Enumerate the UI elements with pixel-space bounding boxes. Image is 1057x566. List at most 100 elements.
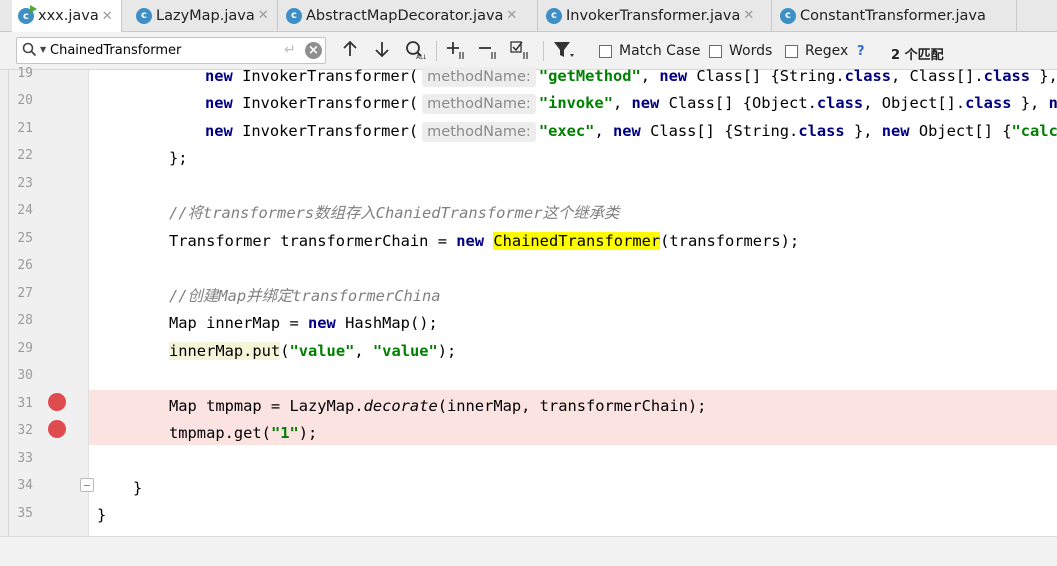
code-text: Transformer transformerChain = (169, 232, 457, 250)
new-line-icon[interactable]: ↵ (284, 42, 296, 58)
java-class-icon: c (286, 7, 302, 24)
keyword: new (659, 67, 688, 85)
words-box[interactable] (709, 44, 722, 58)
close-icon[interactable]: ✕ (258, 8, 269, 23)
words-checkbox[interactable]: Words (709, 43, 772, 59)
code-text: }, n (1039, 67, 1057, 85)
parameter-hint: methodName: (422, 122, 536, 142)
line-number: 19 (17, 66, 33, 81)
java-class-icon: c (136, 7, 152, 24)
code-text: Object[] { (909, 122, 1012, 140)
java-class-icon: c (18, 5, 37, 24)
clear-search-icon[interactable]: × (305, 42, 322, 59)
regex-help-link[interactable]: ? (857, 44, 865, 59)
keyword: class (983, 67, 1031, 85)
code-text: InvokerTransformer( (242, 122, 419, 140)
code-text: ); (437, 342, 457, 360)
match-case-box[interactable] (599, 44, 612, 58)
code-text: tmpmap.get( (169, 424, 271, 442)
previous-occurrence-icon[interactable] (342, 40, 358, 63)
tab-label: InvokerTransformer.java (566, 7, 741, 24)
editor-tab-bar: c xxx.java ✕ c LazyMap.java ✕ c Abstract… (0, 0, 1057, 32)
line-number: 21 (17, 121, 33, 136)
code-comment: //将transformers数组存入ChaniedTransformer这个继… (169, 204, 620, 222)
breakpoint-icon[interactable] (48, 420, 66, 438)
code-line: } (133, 479, 143, 497)
string-literal: "exec" (538, 122, 595, 140)
keyword: new (205, 67, 233, 85)
search-icon[interactable] (22, 42, 37, 61)
gutter-separator (88, 70, 89, 536)
code-line: new InvokerTransformer(methodName: "getMe… (205, 62, 1057, 90)
code-text: Class[] {Object. (659, 94, 817, 112)
regex-label: Regex (805, 43, 849, 59)
string-literal: "1" (270, 424, 299, 442)
tab-label: xxx.java (38, 8, 99, 24)
line-number: 29 (17, 341, 33, 356)
line-number: 26 (17, 258, 33, 273)
regex-box[interactable] (785, 44, 798, 58)
code-text: HashMap(); (335, 314, 438, 332)
line-number: 30 (17, 368, 33, 383)
tab-label: AbstractMapDecorator.java (306, 7, 504, 24)
code-text: Map innerMap = (169, 314, 308, 332)
regex-checkbox[interactable]: Regex (785, 43, 848, 59)
close-icon[interactable]: ✕ (743, 8, 754, 23)
keyword: new (612, 122, 641, 140)
code-text: ); (298, 424, 318, 442)
string-literal: "value" (289, 342, 355, 360)
line-number: 34 (17, 478, 33, 493)
tab-constanttransformer-java[interactable]: c ConstantTransformer.java (774, 0, 1017, 31)
search-history-dropdown-icon[interactable]: ▼ (40, 45, 46, 54)
match-case-checkbox[interactable]: Match Case (599, 43, 700, 59)
parameter-hint: methodName: (422, 94, 536, 114)
line-number: 32 (17, 423, 33, 438)
string-literal: "value" (372, 342, 438, 360)
line-number: 25 (17, 231, 33, 246)
code-text: }, (1011, 94, 1049, 112)
tab-label: LazyMap.java (156, 7, 255, 24)
close-icon[interactable]: ✕ (102, 9, 113, 24)
close-icon[interactable]: ✕ (506, 8, 517, 23)
line-number: 35 (17, 506, 33, 521)
unused-result-highlight: innerMap.put (169, 342, 281, 360)
code-line: } (97, 506, 107, 524)
code-text: Map tmpmap = LazyMap. (169, 397, 364, 415)
keyword: class (844, 67, 891, 85)
java-class-icon: c (780, 7, 796, 24)
code-line: Transformer transformerChain = new Chain… (169, 227, 799, 255)
keyword: class (965, 94, 1012, 112)
words-label: Words (729, 43, 773, 59)
fold-marker-icon[interactable] (80, 478, 94, 492)
breakpoint-icon[interactable] (48, 393, 66, 411)
status-area (0, 536, 1057, 566)
line-number: 24 (17, 203, 33, 218)
code-line: new InvokerTransformer(methodName: "invok… (205, 89, 1057, 117)
code-text: , Class[]. (891, 67, 984, 85)
next-occurrence-icon[interactable] (374, 40, 390, 63)
search-match-highlight: ChainedTransformer (493, 232, 661, 250)
code-text: , (354, 342, 373, 360)
line-number: 20 (17, 93, 33, 108)
code-text: , Object[]. (863, 94, 966, 112)
tab-invokertransformer-java[interactable]: c InvokerTransformer.java ✕ (540, 0, 772, 31)
code-line: innerMap.put("value", "value"); (169, 337, 456, 365)
tab-xxx-java[interactable]: c xxx.java ✕ (12, 0, 122, 32)
code-text: (transformers); (660, 232, 800, 250)
editor-gutter (9, 70, 88, 536)
string-literal: "invoke" (538, 94, 613, 112)
tab-lazymap-java[interactable]: c LazyMap.java ✕ (130, 0, 278, 31)
code-text: Class[] {String. (687, 67, 845, 85)
code-text: InvokerTransformer( (242, 67, 419, 85)
tab-abstractmapdecorator-java[interactable]: c AbstractMapDecorator.java ✕ (280, 0, 538, 31)
code-text: Class[] {String. (640, 122, 799, 140)
svg-text:ALL: ALL (416, 54, 426, 60)
keyword: new (205, 94, 233, 112)
code-text: }, (844, 122, 882, 140)
java-class-icon: c (546, 7, 562, 24)
match-case-label: Match Case (619, 43, 701, 59)
search-field: ▼ ↵ × (16, 37, 326, 64)
keyword: class (816, 94, 864, 112)
search-input[interactable] (50, 41, 260, 60)
